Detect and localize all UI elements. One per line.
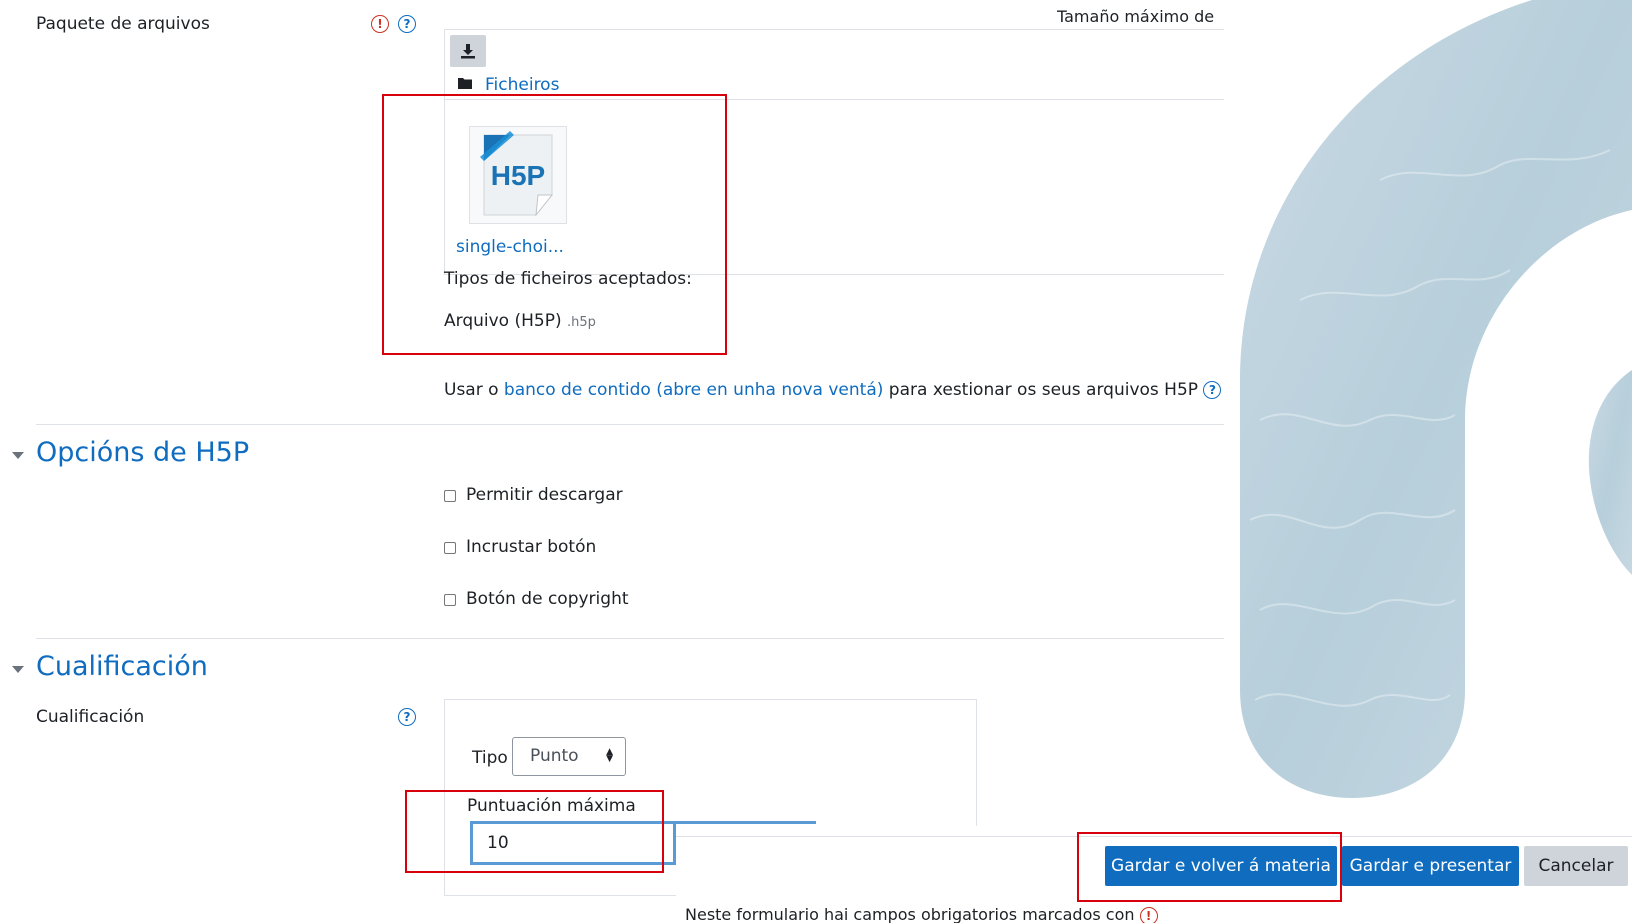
section-title-h5p-options[interactable]: Opcións de H5P — [36, 437, 249, 468]
download-all-button[interactable] — [450, 35, 486, 67]
checkbox-label-allow-download: Permitir descargar — [466, 485, 623, 505]
section-divider-1 — [36, 424, 1224, 425]
cancel-button[interactable]: Cancelar — [1524, 846, 1628, 886]
max-size-label: Tamaño máximo de — [1057, 7, 1215, 26]
checkbox-embed-button[interactable] — [444, 542, 456, 554]
collapse-caret-icon[interactable] — [12, 452, 24, 459]
highlight-box-max-grade — [405, 790, 664, 873]
checkbox-allow-download[interactable] — [444, 490, 456, 502]
select-arrows-icon: ▲ ▼ — [606, 747, 613, 764]
content-bank-help-icon[interactable]: ? — [1203, 381, 1222, 399]
required-icon: ! — [371, 15, 389, 33]
folder-icon — [458, 78, 472, 89]
highlight-box-file — [382, 94, 727, 355]
section-divider-2 — [36, 638, 1224, 639]
grading-field-label: Cualificación — [36, 707, 145, 727]
file-package-label: Paquete de arquivos — [36, 14, 210, 34]
grade-type-select[interactable]: Punto ▲ ▼ — [512, 737, 626, 776]
highlight-box-save-return — [1077, 832, 1342, 902]
grade-type-label: Tipo — [472, 748, 508, 768]
help-icon[interactable]: ? — [398, 15, 416, 33]
download-icon — [461, 44, 475, 59]
grading-help-icon[interactable]: ? — [398, 708, 416, 726]
checkbox-label-copyright-button: Botón de copyright — [466, 589, 629, 609]
checkbox-copyright-button[interactable] — [444, 594, 456, 606]
required-icon: ! — [1139, 906, 1158, 923]
required-fields-note-text: Neste formulario hai campos obrigatorios… — [685, 905, 1135, 923]
grade-type-value: Punto — [530, 746, 579, 766]
required-fields-note: Neste formulario hai campos obrigatorios… — [685, 905, 1158, 923]
input-focus-outline — [676, 821, 816, 824]
save-and-display-button[interactable]: Gardar e presentar — [1342, 846, 1519, 886]
page: Paquete de arquivos ! ? Tamaño máximo de… — [0, 0, 1632, 923]
content-bank-link[interactable]: banco de contido (abre en unha nova vent… — [504, 380, 883, 400]
collapse-caret-icon[interactable] — [12, 666, 24, 673]
background-arch-decoration — [1240, 0, 1632, 798]
section-title-grading[interactable]: Cualificación — [36, 651, 208, 682]
folder-link-ficheiros[interactable]: Ficheiros — [485, 75, 559, 95]
content-bank-suffix: para xestionar os seus arquivos H5P — [888, 380, 1199, 400]
content-bank-text: Usar o banco de contido (abre en unha no… — [444, 380, 1222, 400]
checkbox-label-embed-button: Incrustar botón — [466, 537, 597, 557]
content-bank-prefix: Usar o — [444, 380, 499, 400]
